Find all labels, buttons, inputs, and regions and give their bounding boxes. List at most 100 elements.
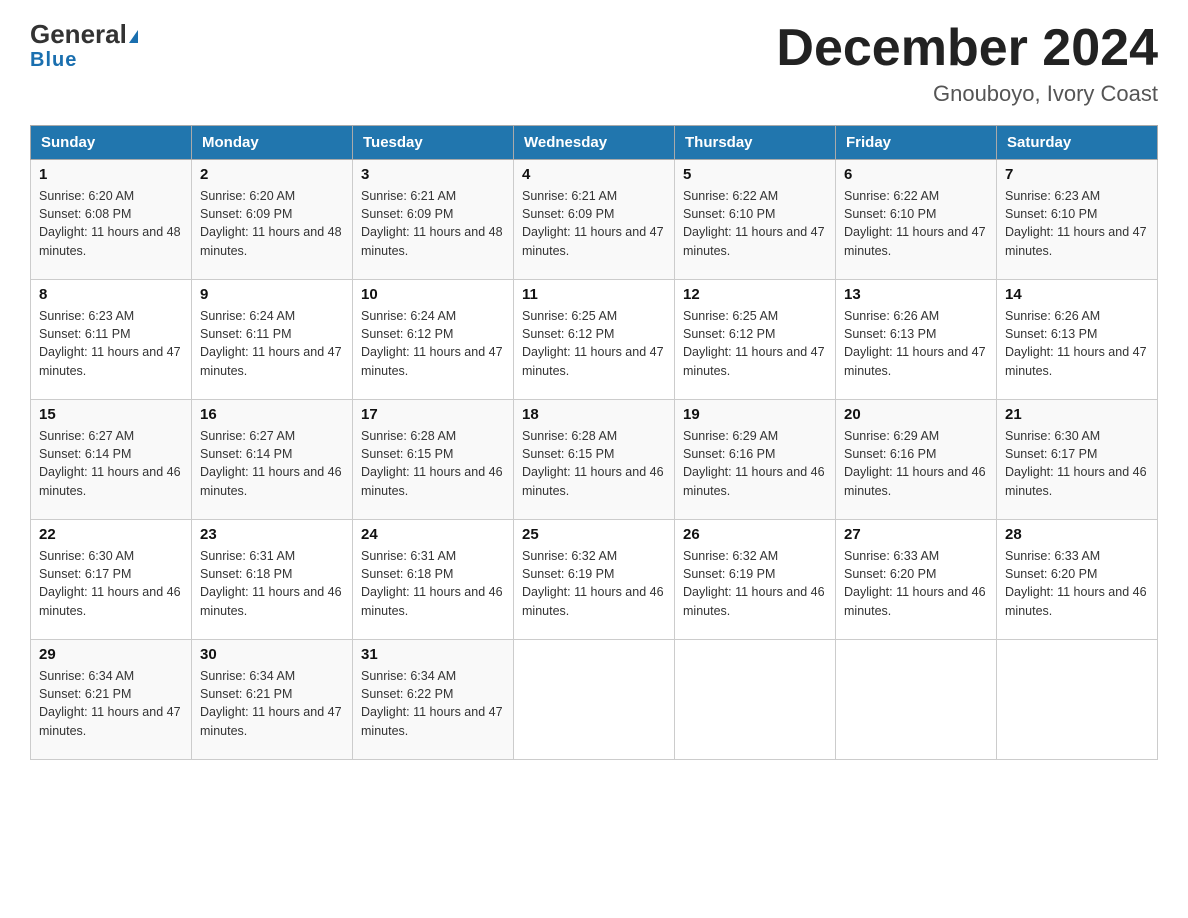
header-friday: Friday (836, 126, 997, 160)
calendar-week-row: 1 Sunrise: 6:20 AMSunset: 6:08 PMDayligh… (31, 160, 1158, 280)
day-info: Sunrise: 6:27 AMSunset: 6:14 PMDaylight:… (39, 427, 183, 500)
table-row: 31 Sunrise: 6:34 AMSunset: 6:22 PMDaylig… (353, 640, 514, 760)
day-info: Sunrise: 6:21 AMSunset: 6:09 PMDaylight:… (361, 187, 505, 260)
table-row: 10 Sunrise: 6:24 AMSunset: 6:12 PMDaylig… (353, 280, 514, 400)
day-number: 2 (200, 166, 344, 183)
day-number: 11 (522, 286, 666, 303)
day-info: Sunrise: 6:28 AMSunset: 6:15 PMDaylight:… (361, 427, 505, 500)
day-number: 24 (361, 526, 505, 543)
day-number: 28 (1005, 526, 1149, 543)
table-row: 4 Sunrise: 6:21 AMSunset: 6:09 PMDayligh… (514, 160, 675, 280)
day-number: 31 (361, 646, 505, 663)
day-number: 26 (683, 526, 827, 543)
table-row: 11 Sunrise: 6:25 AMSunset: 6:12 PMDaylig… (514, 280, 675, 400)
table-row: 29 Sunrise: 6:34 AMSunset: 6:21 PMDaylig… (31, 640, 192, 760)
day-info: Sunrise: 6:30 AMSunset: 6:17 PMDaylight:… (39, 547, 183, 620)
table-row (675, 640, 836, 760)
day-number: 12 (683, 286, 827, 303)
table-row: 19 Sunrise: 6:29 AMSunset: 6:16 PMDaylig… (675, 400, 836, 520)
page-header: General Blue December 2024 Gnouboyo, Ivo… (30, 20, 1158, 107)
day-info: Sunrise: 6:24 AMSunset: 6:12 PMDaylight:… (361, 307, 505, 380)
day-number: 8 (39, 286, 183, 303)
table-row: 27 Sunrise: 6:33 AMSunset: 6:20 PMDaylig… (836, 520, 997, 640)
table-row (514, 640, 675, 760)
day-info: Sunrise: 6:25 AMSunset: 6:12 PMDaylight:… (683, 307, 827, 380)
day-number: 17 (361, 406, 505, 423)
day-info: Sunrise: 6:33 AMSunset: 6:20 PMDaylight:… (844, 547, 988, 620)
logo-blue: Blue (30, 49, 77, 72)
day-info: Sunrise: 6:31 AMSunset: 6:18 PMDaylight:… (361, 547, 505, 620)
day-info: Sunrise: 6:34 AMSunset: 6:21 PMDaylight:… (39, 667, 183, 740)
table-row: 25 Sunrise: 6:32 AMSunset: 6:19 PMDaylig… (514, 520, 675, 640)
day-number: 4 (522, 166, 666, 183)
day-info: Sunrise: 6:34 AMSunset: 6:21 PMDaylight:… (200, 667, 344, 740)
day-info: Sunrise: 6:23 AMSunset: 6:10 PMDaylight:… (1005, 187, 1149, 260)
day-number: 27 (844, 526, 988, 543)
day-number: 1 (39, 166, 183, 183)
table-row: 3 Sunrise: 6:21 AMSunset: 6:09 PMDayligh… (353, 160, 514, 280)
table-row: 6 Sunrise: 6:22 AMSunset: 6:10 PMDayligh… (836, 160, 997, 280)
table-row: 22 Sunrise: 6:30 AMSunset: 6:17 PMDaylig… (31, 520, 192, 640)
table-row (997, 640, 1158, 760)
table-row: 17 Sunrise: 6:28 AMSunset: 6:15 PMDaylig… (353, 400, 514, 520)
table-row: 23 Sunrise: 6:31 AMSunset: 6:18 PMDaylig… (192, 520, 353, 640)
day-info: Sunrise: 6:32 AMSunset: 6:19 PMDaylight:… (683, 547, 827, 620)
header-saturday: Saturday (997, 126, 1158, 160)
title-area: December 2024 Gnouboyo, Ivory Coast (776, 20, 1158, 107)
header-wednesday: Wednesday (514, 126, 675, 160)
day-number: 22 (39, 526, 183, 543)
calendar-header-row: Sunday Monday Tuesday Wednesday Thursday… (31, 126, 1158, 160)
day-number: 9 (200, 286, 344, 303)
header-monday: Monday (192, 126, 353, 160)
table-row: 18 Sunrise: 6:28 AMSunset: 6:15 PMDaylig… (514, 400, 675, 520)
day-info: Sunrise: 6:24 AMSunset: 6:11 PMDaylight:… (200, 307, 344, 380)
table-row (836, 640, 997, 760)
day-number: 19 (683, 406, 827, 423)
day-info: Sunrise: 6:21 AMSunset: 6:09 PMDaylight:… (522, 187, 666, 260)
day-number: 20 (844, 406, 988, 423)
day-number: 30 (200, 646, 344, 663)
table-row: 8 Sunrise: 6:23 AMSunset: 6:11 PMDayligh… (31, 280, 192, 400)
table-row: 2 Sunrise: 6:20 AMSunset: 6:09 PMDayligh… (192, 160, 353, 280)
header-tuesday: Tuesday (353, 126, 514, 160)
table-row: 28 Sunrise: 6:33 AMSunset: 6:20 PMDaylig… (997, 520, 1158, 640)
table-row: 16 Sunrise: 6:27 AMSunset: 6:14 PMDaylig… (192, 400, 353, 520)
header-sunday: Sunday (31, 126, 192, 160)
day-number: 7 (1005, 166, 1149, 183)
calendar-week-row: 15 Sunrise: 6:27 AMSunset: 6:14 PMDaylig… (31, 400, 1158, 520)
table-row: 12 Sunrise: 6:25 AMSunset: 6:12 PMDaylig… (675, 280, 836, 400)
day-info: Sunrise: 6:31 AMSunset: 6:18 PMDaylight:… (200, 547, 344, 620)
day-info: Sunrise: 6:26 AMSunset: 6:13 PMDaylight:… (1005, 307, 1149, 380)
day-number: 5 (683, 166, 827, 183)
day-info: Sunrise: 6:23 AMSunset: 6:11 PMDaylight:… (39, 307, 183, 380)
location: Gnouboyo, Ivory Coast (776, 81, 1158, 107)
month-title: December 2024 (776, 20, 1158, 77)
table-row: 1 Sunrise: 6:20 AMSunset: 6:08 PMDayligh… (31, 160, 192, 280)
calendar-table: Sunday Monday Tuesday Wednesday Thursday… (30, 125, 1158, 760)
day-number: 25 (522, 526, 666, 543)
day-info: Sunrise: 6:32 AMSunset: 6:19 PMDaylight:… (522, 547, 666, 620)
day-info: Sunrise: 6:28 AMSunset: 6:15 PMDaylight:… (522, 427, 666, 500)
table-row: 20 Sunrise: 6:29 AMSunset: 6:16 PMDaylig… (836, 400, 997, 520)
day-number: 10 (361, 286, 505, 303)
day-info: Sunrise: 6:33 AMSunset: 6:20 PMDaylight:… (1005, 547, 1149, 620)
table-row: 15 Sunrise: 6:27 AMSunset: 6:14 PMDaylig… (31, 400, 192, 520)
day-info: Sunrise: 6:27 AMSunset: 6:14 PMDaylight:… (200, 427, 344, 500)
day-number: 16 (200, 406, 344, 423)
day-number: 15 (39, 406, 183, 423)
day-info: Sunrise: 6:25 AMSunset: 6:12 PMDaylight:… (522, 307, 666, 380)
day-number: 14 (1005, 286, 1149, 303)
table-row: 7 Sunrise: 6:23 AMSunset: 6:10 PMDayligh… (997, 160, 1158, 280)
day-info: Sunrise: 6:26 AMSunset: 6:13 PMDaylight:… (844, 307, 988, 380)
day-number: 18 (522, 406, 666, 423)
table-row: 5 Sunrise: 6:22 AMSunset: 6:10 PMDayligh… (675, 160, 836, 280)
table-row: 24 Sunrise: 6:31 AMSunset: 6:18 PMDaylig… (353, 520, 514, 640)
day-info: Sunrise: 6:29 AMSunset: 6:16 PMDaylight:… (844, 427, 988, 500)
table-row: 26 Sunrise: 6:32 AMSunset: 6:19 PMDaylig… (675, 520, 836, 640)
logo: General Blue (30, 20, 138, 72)
day-number: 29 (39, 646, 183, 663)
day-info: Sunrise: 6:20 AMSunset: 6:09 PMDaylight:… (200, 187, 344, 260)
header-thursday: Thursday (675, 126, 836, 160)
table-row: 14 Sunrise: 6:26 AMSunset: 6:13 PMDaylig… (997, 280, 1158, 400)
day-info: Sunrise: 6:34 AMSunset: 6:22 PMDaylight:… (361, 667, 505, 740)
